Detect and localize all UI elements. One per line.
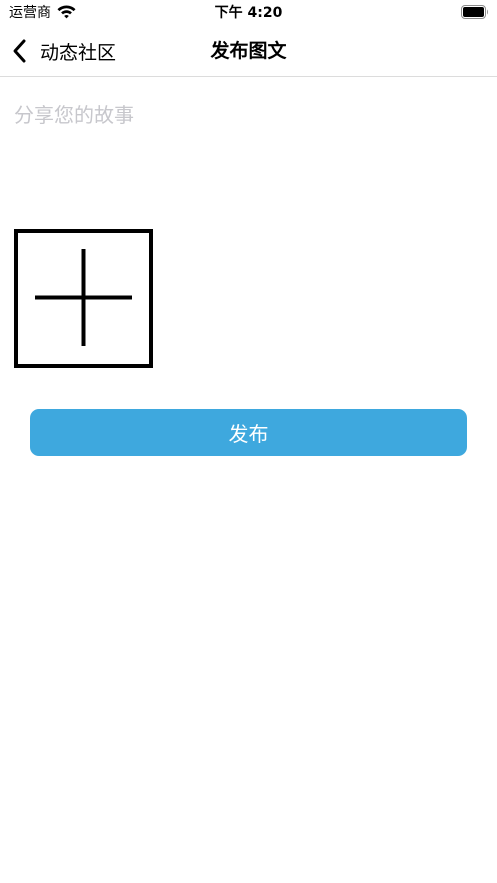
status-bar: 运营商 下午 4:20 bbox=[0, 0, 497, 26]
navigation-bar: 动态社区 发布图文 bbox=[0, 26, 497, 77]
publish-button[interactable]: 发布 bbox=[30, 409, 467, 456]
plus-icon bbox=[35, 249, 132, 346]
status-time: 下午 4:20 bbox=[214, 5, 283, 21]
page-title: 发布图文 bbox=[210, 40, 287, 62]
add-image-button[interactable] bbox=[14, 229, 153, 368]
battery-icon bbox=[461, 5, 488, 19]
story-input[interactable] bbox=[14, 100, 482, 210]
